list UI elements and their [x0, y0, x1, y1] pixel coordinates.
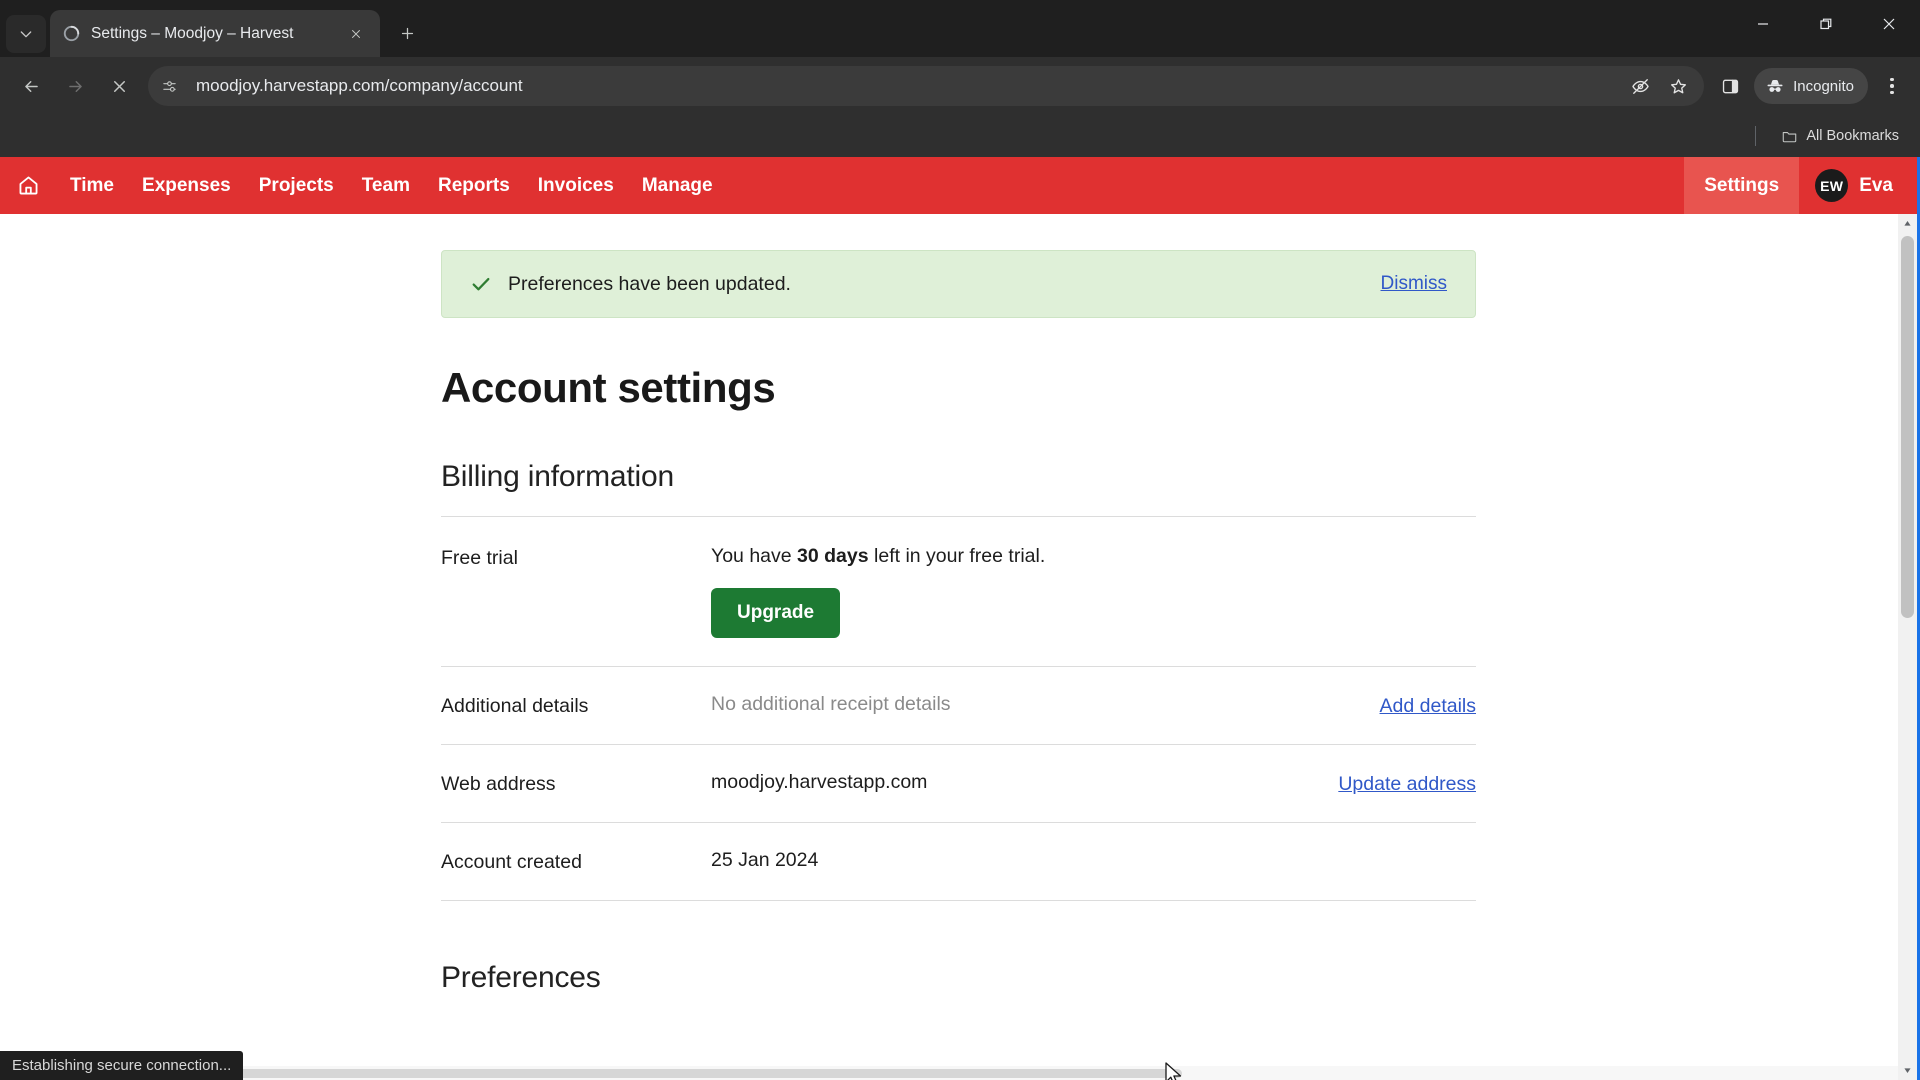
flash-message-text: Preferences have been updated. [508, 272, 791, 295]
status-bubble: Establishing secure connection... [0, 1051, 244, 1080]
page-viewport: Time Expenses Projects Team Reports Invo… [0, 157, 1920, 1080]
stop-loading-icon[interactable] [98, 65, 140, 107]
billing-rows: Free trial You have 30 days left in your… [441, 516, 1476, 901]
incognito-hat-icon [1767, 80, 1783, 92]
row-additional-details: Additional details No additional receipt… [441, 666, 1476, 744]
page-title: Account settings [441, 364, 776, 411]
nav-item-settings[interactable]: Settings [1684, 157, 1800, 214]
eye-slash-icon[interactable] [1622, 68, 1658, 104]
row-label: Free trial [441, 547, 518, 569]
nav-item-projects[interactable]: Projects [245, 157, 348, 214]
address-bar[interactable]: moodjoy.harvestapp.com/company/account [148, 66, 1705, 106]
nav-right-group: Settings EW Eva [1684, 157, 1917, 214]
dismiss-link[interactable]: Dismiss [1381, 273, 1448, 295]
add-details-link[interactable]: Add details [1380, 693, 1476, 718]
tab-close-icon[interactable] [343, 21, 368, 46]
bookmarks-divider [1755, 126, 1757, 146]
site-settings-icon[interactable] [154, 71, 184, 101]
star-icon[interactable] [1660, 68, 1696, 104]
tab-strip: Settings – Moodjoy – Harvest [0, 0, 1920, 57]
nav-item-invoices[interactable]: Invoices [524, 157, 628, 214]
browser-toolbar: moodjoy.harvestapp.com/company/account I… [0, 57, 1920, 115]
page-content: Preferences have been updated. Dismiss A… [0, 214, 1917, 1080]
window-controls [1731, 0, 1920, 48]
all-bookmarks-button[interactable]: All Bookmarks [1772, 123, 1908, 150]
minimize-icon[interactable] [1731, 0, 1794, 48]
row-value: No additional receipt details [711, 693, 951, 715]
three-dot-menu-icon[interactable] [1874, 68, 1910, 104]
page-scrollbar-horizontal[interactable] [0, 1066, 1898, 1080]
row-value: You have 30 days left in your free trial… [711, 545, 1476, 638]
user-name: Eva [1859, 174, 1893, 196]
browser-tab[interactable]: Settings – Moodjoy – Harvest [50, 10, 380, 57]
trial-text-prefix: You have [711, 545, 798, 567]
upgrade-button[interactable]: Upgrade [711, 588, 841, 638]
row-label: Web address [441, 773, 556, 795]
update-address-link[interactable]: Update address [1338, 771, 1476, 796]
row-free-trial: Free trial You have 30 days left in your… [441, 517, 1476, 666]
new-tab-icon[interactable] [388, 14, 426, 52]
incognito-indicator[interactable]: Incognito [1754, 68, 1868, 104]
nav-home-icon[interactable] [0, 157, 56, 214]
scroll-down-arrow-icon[interactable] [1898, 1061, 1917, 1080]
browser-window: Settings – Moodjoy – Harvest moodjoy.har… [0, 0, 1920, 1080]
folder-icon [1783, 131, 1797, 142]
nav-item-reports[interactable]: Reports [424, 157, 524, 214]
nav-item-time[interactable]: Time [56, 157, 128, 214]
page-scrollbar-vertical[interactable] [1898, 214, 1917, 1080]
row-web-address: Web address moodjoy.harvestapp.com Updat… [441, 744, 1476, 822]
all-bookmarks-label: All Bookmarks [1806, 128, 1899, 144]
toolbar-right-actions: Incognito [1712, 68, 1910, 104]
tab-title: Settings – Moodjoy – Harvest [91, 24, 294, 42]
row-value: moodjoy.harvestapp.com [711, 771, 928, 793]
url-text: moodjoy.harvestapp.com/company/account [196, 76, 523, 95]
omnibox-actions [1622, 68, 1696, 104]
scroll-up-arrow-icon[interactable] [1898, 214, 1917, 233]
row-label: Additional details [441, 695, 589, 717]
section-heading-preferences: Preferences [441, 961, 601, 994]
trial-days: 30 days [797, 545, 869, 567]
content-wrapper: Preferences have been updated. Dismiss A… [441, 214, 1476, 995]
tab-search-icon[interactable] [6, 15, 46, 53]
forward-arrow-icon[interactable] [54, 65, 96, 107]
scrollbar-thumb[interactable] [1901, 236, 1914, 618]
harvest-main-nav: Time Expenses Projects Team Reports Invo… [0, 157, 1917, 214]
row-value: 25 Jan 2024 [711, 849, 819, 871]
back-arrow-icon[interactable] [10, 65, 52, 107]
nav-item-manage[interactable]: Manage [628, 157, 727, 214]
trial-text-suffix: left in your free trial. [868, 545, 1046, 567]
loading-spinner-favicon [62, 24, 81, 43]
incognito-label: Incognito [1793, 77, 1854, 95]
check-icon [470, 273, 492, 295]
bookmarks-bar: All Bookmarks [0, 115, 1920, 157]
close-icon[interactable] [1857, 0, 1920, 48]
row-account-created: Account created 25 Jan 2024 [441, 822, 1476, 901]
user-menu[interactable]: EW Eva [1799, 157, 1917, 214]
row-label: Account created [441, 851, 582, 873]
section-heading-billing: Billing information [441, 460, 674, 493]
flash-message: Preferences have been updated. Dismiss [441, 250, 1476, 318]
nav-item-expenses[interactable]: Expenses [128, 157, 245, 214]
avatar: EW [1815, 169, 1849, 202]
restore-icon[interactable] [1794, 0, 1857, 48]
side-panel-icon[interactable] [1712, 68, 1748, 104]
nav-item-team[interactable]: Team [348, 157, 424, 214]
